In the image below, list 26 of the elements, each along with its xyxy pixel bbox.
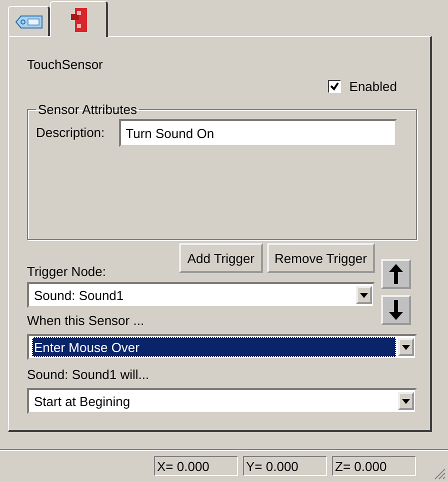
trigger-button[interactable]: Remove Trigger [266, 243, 375, 273]
action-dropdown[interactable]: Start at Begining [27, 388, 417, 414]
node-title: TouchSensor [27, 57, 104, 72]
description-field[interactable]: Turn Sound On [118, 119, 397, 147]
when-label: When this Sensor ... [27, 313, 146, 328]
tag-icon [14, 14, 42, 28]
group-title: Sensor Attributes [37, 102, 138, 117]
coordinate-readout: Y= 0.000 [243, 456, 327, 476]
tab[interactable] [50, 1, 108, 37]
move-button[interactable] [381, 259, 411, 289]
trigger-button[interactable]: Add Trigger [179, 243, 263, 273]
up-arrow-icon [389, 264, 403, 284]
down-arrow-icon [389, 300, 403, 320]
coordinate-readout: Z= 0.000 [332, 456, 416, 476]
description-label: Description: [36, 125, 105, 140]
trigger-node-dropdown[interactable]: Sound: Sound1 [27, 282, 375, 308]
event-dropdown[interactable]: Enter Mouse Over [27, 334, 417, 360]
action-label: Sound: Sound1 will... [27, 367, 150, 382]
move-button[interactable] [381, 295, 411, 325]
coordinate-readout: X= 0.000 [154, 456, 238, 476]
checkbox-label: Enabled [349, 79, 397, 94]
switch-icon [70, 8, 86, 32]
tab[interactable] [8, 6, 50, 36]
enabled-checkbox[interactable] [328, 80, 342, 93]
resize-grip-icon [434, 468, 446, 480]
trigger-node-label: Trigger Node: [27, 264, 106, 279]
